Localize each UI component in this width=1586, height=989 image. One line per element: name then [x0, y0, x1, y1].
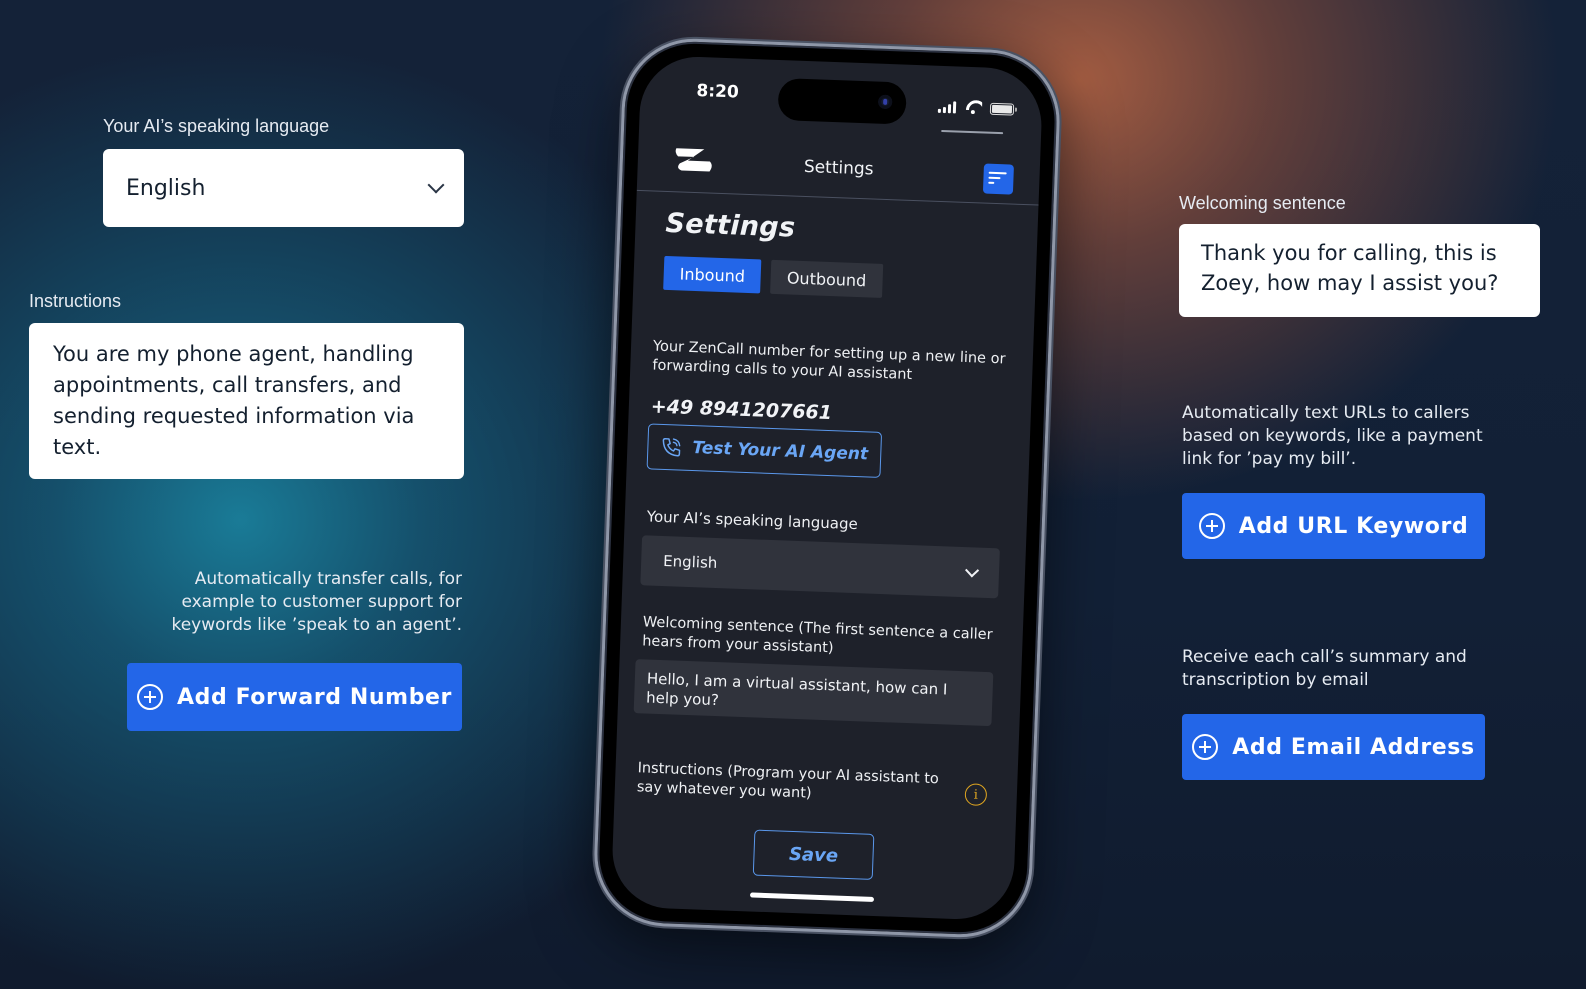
battery-icon — [989, 102, 1015, 116]
language-value: English — [126, 175, 206, 201]
tab-outbound[interactable]: Outbound — [770, 259, 883, 298]
app-header: Settings — [636, 140, 1041, 206]
language-label: Your AI’s speaking language — [103, 116, 330, 136]
test-ai-agent-button[interactable]: Test Your AI Agent — [646, 423, 883, 478]
instructions-textarea[interactable]: You are my phone agent, handling appoint… — [29, 323, 464, 479]
url-keyword-description: Automatically text URLs to callers based… — [1182, 403, 1483, 469]
status-icons — [937, 99, 1015, 116]
page-title: Settings — [665, 207, 796, 244]
add-url-keyword-label: Add URL Keyword — [1238, 513, 1469, 539]
wifi-icon — [964, 100, 983, 115]
header-title: Settings — [803, 156, 874, 180]
menu-icon — [988, 171, 1007, 175]
welcoming-label: Welcoming sentence — [1179, 193, 1346, 213]
forward-description: Automatically transfer calls, for exampl… — [171, 569, 462, 635]
welcoming-sentence-field[interactable]: Hello, I am a virtual assistant, how can… — [633, 659, 994, 727]
email-description: Receive each call’s summary and transcri… — [1182, 647, 1467, 690]
tab-inbound[interactable]: Inbound — [663, 255, 762, 294]
direction-tabs: Inbound Outbound — [663, 255, 883, 298]
status-divider — [941, 129, 1004, 135]
phone-call-icon — [662, 438, 681, 457]
test-ai-agent-label: Test Your AI Agent — [692, 438, 869, 465]
home-indicator — [749, 892, 875, 902]
language-select[interactable]: English — [103, 149, 464, 227]
add-email-address-label: Add Email Address — [1232, 734, 1475, 760]
signal-icon — [937, 101, 957, 114]
plus-circle-icon — [1192, 734, 1219, 760]
add-forward-number-label: Add Forward Number — [176, 684, 453, 710]
welcoming-sentence-input[interactable]: Thank you for calling, this is Zoey, how… — [1179, 224, 1540, 317]
menu-button[interactable] — [982, 163, 1014, 195]
instructions-label: Instructions — [29, 291, 122, 311]
save-button[interactable]: Save — [752, 829, 875, 880]
chevron-down-icon — [427, 176, 445, 194]
phone-screen: 8:20 Settings Settings Inbound Outbound — [610, 54, 1044, 922]
language-dropdown-value: English — [662, 552, 718, 573]
status-time: 8:20 — [696, 80, 740, 103]
dynamic-island — [777, 77, 907, 125]
language-field-label: Your AI’s speaking language — [646, 507, 859, 534]
add-email-address-button[interactable]: Add Email Address — [1182, 714, 1485, 780]
camera-icon — [877, 94, 893, 110]
language-dropdown[interactable]: English — [640, 535, 1000, 599]
phone-frame: 8:20 Settings Settings Inbound Outbound — [591, 36, 1063, 940]
add-forward-number-button[interactable]: Add Forward Number — [127, 663, 462, 731]
zencall-phone-number: +49 8941207661 — [650, 395, 833, 425]
info-icon[interactable]: i — [964, 783, 988, 807]
chevron-down-icon — [965, 563, 980, 578]
add-url-keyword-button[interactable]: Add URL Keyword — [1182, 493, 1485, 559]
plus-circle-icon — [136, 684, 163, 710]
instructions-field-label: Instructions (Program your AI assistant … — [636, 760, 940, 802]
plus-circle-icon — [1198, 513, 1225, 539]
welcoming-field-label: Welcoming sentence (The first sentence a… — [641, 614, 993, 657]
zencall-number-description: Your ZenCall number for setting up a new… — [652, 338, 1006, 384]
